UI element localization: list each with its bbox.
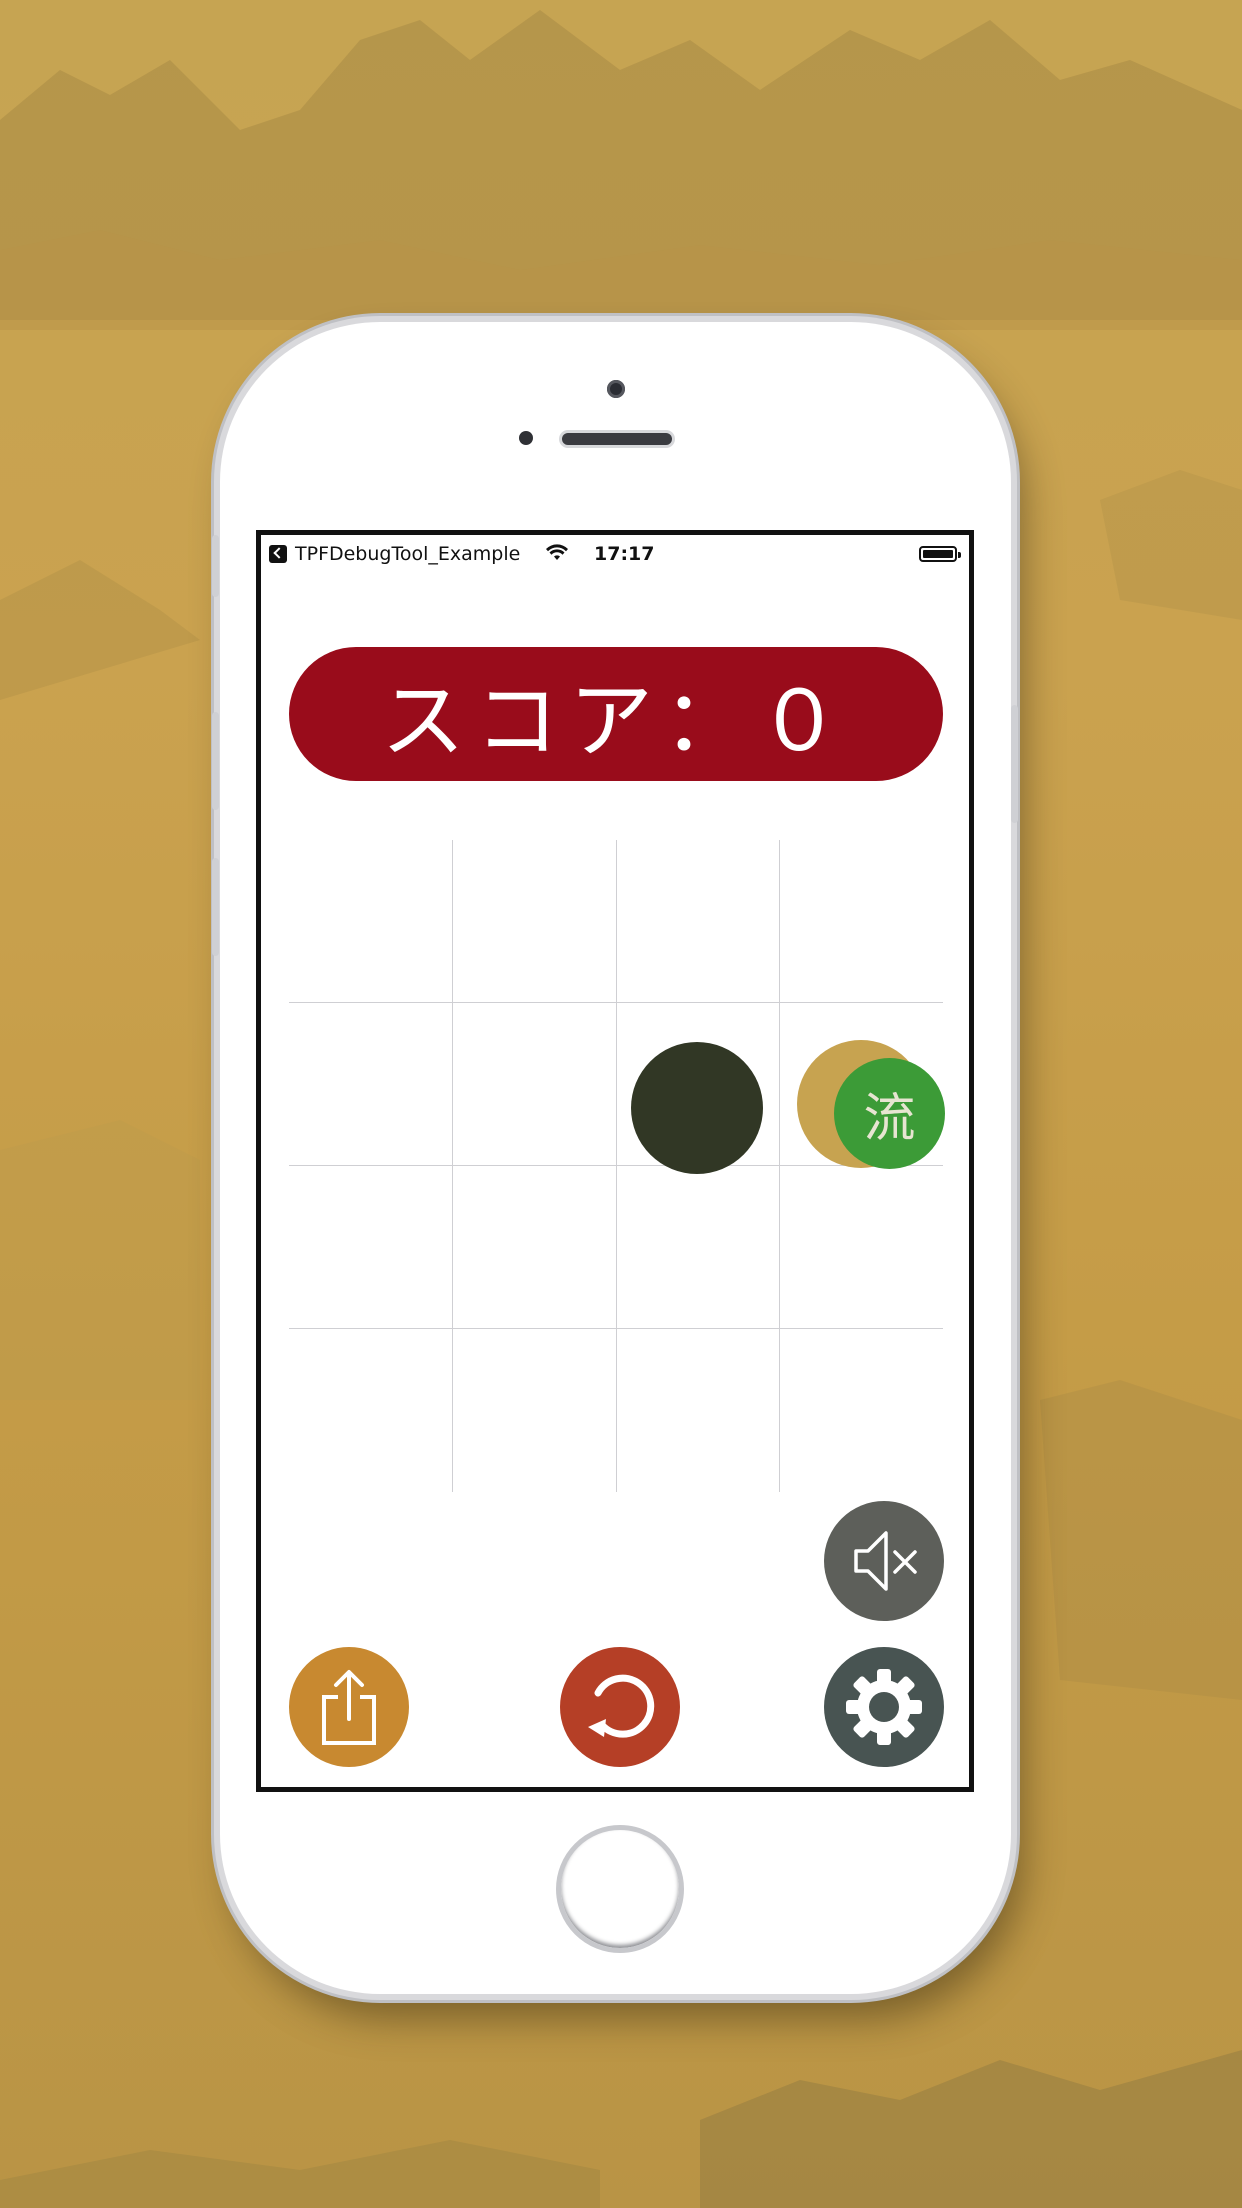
game-piece[interactable]	[631, 1042, 763, 1174]
score-banner: スコア：０	[289, 647, 943, 781]
front-camera	[607, 380, 625, 398]
wifi-icon	[546, 544, 568, 560]
status-time: 17:17	[594, 543, 655, 565]
battery-icon	[919, 546, 961, 562]
share-icon	[322, 1670, 376, 1745]
grid-line-vertical	[452, 840, 453, 1492]
mute-switch	[212, 535, 219, 597]
earpiece-speaker	[562, 433, 672, 445]
restart-icon	[588, 1674, 655, 1738]
restart-button[interactable]	[560, 1647, 680, 1767]
volume-down-button	[212, 858, 219, 956]
volume-up-button	[212, 712, 219, 810]
speaker-mute-icon	[854, 1531, 917, 1591]
share-button[interactable]	[289, 1647, 409, 1767]
status-bar: TPFDebugTool_Example 17:17	[261, 535, 969, 565]
back-icon[interactable]	[269, 545, 287, 563]
gear-icon	[846, 1669, 922, 1745]
grid-line-vertical	[779, 840, 780, 1492]
grid-line-horizontal	[289, 1002, 943, 1003]
back-app-label[interactable]: TPFDebugTool_Example	[295, 543, 520, 565]
floating-debug-bubble[interactable]: 流	[834, 1058, 945, 1169]
phone-screen: TPFDebugTool_Example 17:17 スコア：０ 流	[256, 530, 974, 1792]
settings-button[interactable]	[824, 1647, 944, 1767]
proximity-sensor	[519, 431, 533, 445]
power-button	[1011, 705, 1018, 823]
home-button[interactable]	[556, 1825, 684, 1953]
grid-line-vertical	[616, 840, 617, 1492]
bubble-text: 流	[863, 1089, 916, 1149]
mute-button[interactable]	[824, 1501, 944, 1621]
score-label: スコア：０	[380, 671, 851, 770]
grid-line-horizontal	[289, 1328, 943, 1329]
